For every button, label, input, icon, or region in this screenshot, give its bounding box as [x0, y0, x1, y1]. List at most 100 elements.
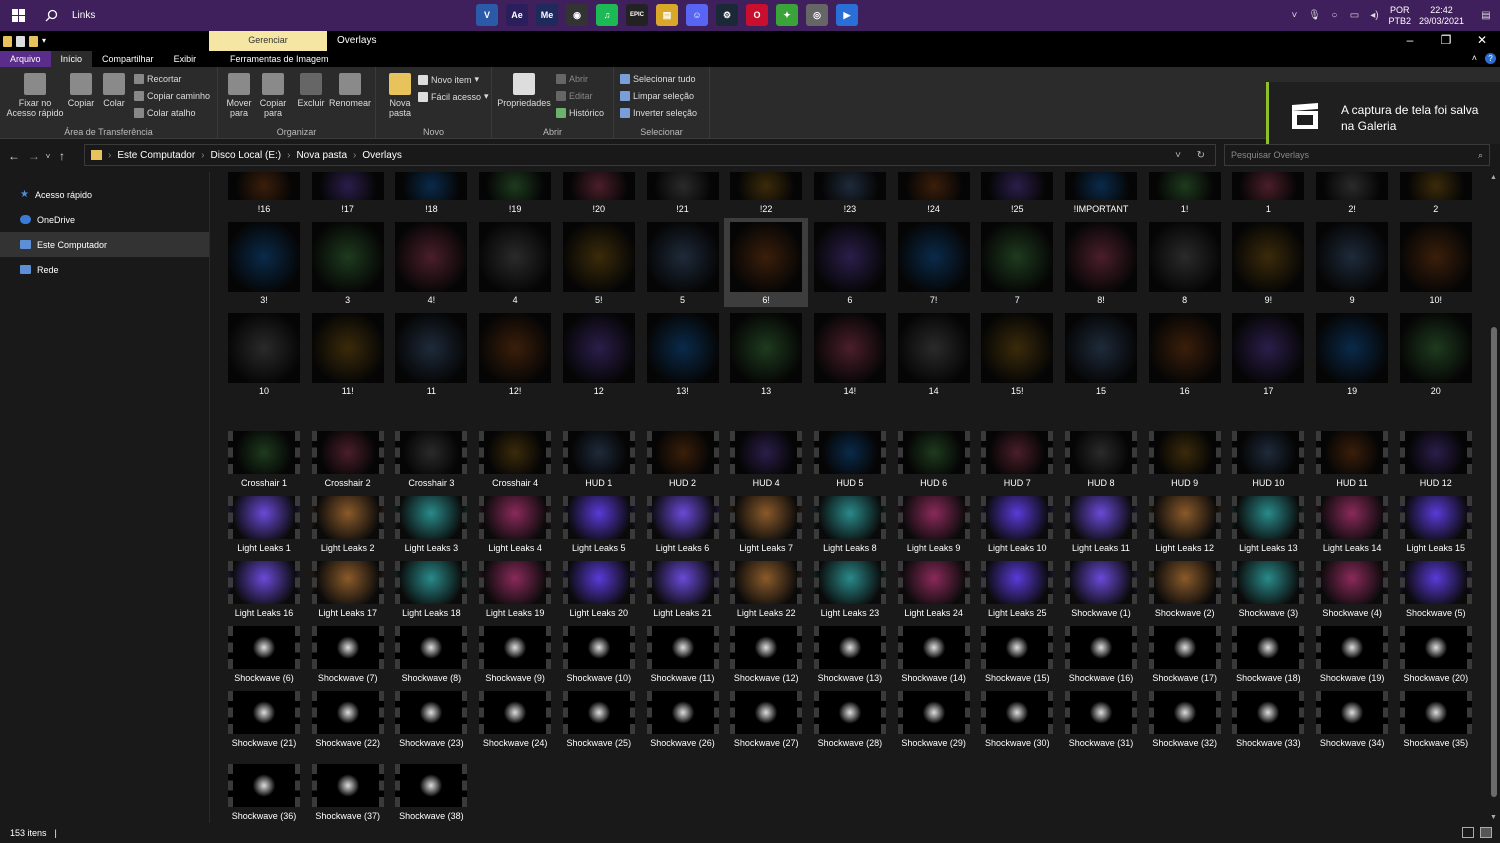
- file-tile[interactable]: !18: [389, 172, 473, 216]
- file-tile[interactable]: 16: [1143, 309, 1227, 398]
- open-button[interactable]: Abrir: [556, 74, 588, 84]
- file-tile[interactable]: Shockwave (17): [1143, 622, 1227, 685]
- file-tile[interactable]: 11!: [306, 309, 390, 398]
- circle-icon[interactable]: ○: [1328, 10, 1340, 22]
- details-view-icon[interactable]: [1462, 827, 1474, 838]
- tab-share[interactable]: Compartilhar: [92, 51, 164, 67]
- file-tile[interactable]: 19: [1310, 309, 1394, 398]
- scroll-thumb[interactable]: [1491, 327, 1497, 797]
- file-tile[interactable]: Light Leaks 10: [975, 492, 1059, 555]
- tab-file[interactable]: Arquivo: [0, 51, 51, 67]
- file-tile[interactable]: 8: [1143, 218, 1227, 307]
- file-tile[interactable]: 20: [1394, 309, 1478, 398]
- new-item-button[interactable]: Novo item ▾: [418, 74, 479, 85]
- file-tile[interactable]: 8!: [1059, 218, 1143, 307]
- file-tile[interactable]: Shockwave (34): [1310, 687, 1394, 750]
- file-tile[interactable]: Light Leaks 23: [808, 557, 892, 620]
- discord-icon[interactable]: ☺: [686, 4, 708, 26]
- file-tile[interactable]: 4: [473, 218, 557, 307]
- start-button[interactable]: [0, 0, 36, 31]
- after-effects-icon[interactable]: Ae: [506, 4, 528, 26]
- file-tile[interactable]: 6!: [724, 218, 809, 307]
- easy-access-button[interactable]: Fácil acesso ▾: [418, 91, 489, 102]
- file-tile[interactable]: Light Leaks 20: [557, 557, 641, 620]
- file-tile[interactable]: 10: [222, 309, 306, 398]
- file-tile[interactable]: 2!: [1310, 172, 1394, 216]
- file-tile[interactable]: Shockwave (31): [1059, 687, 1143, 750]
- file-tile[interactable]: Light Leaks 8: [808, 492, 892, 555]
- file-tile[interactable]: 15: [1059, 309, 1143, 398]
- file-tile[interactable]: Shockwave (23): [389, 687, 473, 750]
- file-tile[interactable]: Light Leaks 12: [1143, 492, 1227, 555]
- file-tile[interactable]: 7: [975, 218, 1059, 307]
- file-tile[interactable]: Light Leaks 15: [1394, 492, 1478, 555]
- copy-path-button[interactable]: Copiar caminho: [134, 91, 210, 101]
- file-tile[interactable]: 2: [1394, 172, 1478, 216]
- new-folder-button[interactable]: Nova pasta: [380, 73, 420, 118]
- file-tile[interactable]: Shockwave (14): [892, 622, 976, 685]
- file-tile[interactable]: Light Leaks 9: [892, 492, 976, 555]
- file-tile[interactable]: Shockwave (37): [306, 760, 390, 823]
- breadcrumb-drive[interactable]: Disco Local (E:): [205, 150, 288, 161]
- file-tile[interactable]: Light Leaks 22: [724, 557, 808, 620]
- file-tile[interactable]: Shockwave (18): [1226, 622, 1310, 685]
- close-icon[interactable]: ✕: [1464, 31, 1500, 51]
- file-tile[interactable]: Shockwave (33): [1226, 687, 1310, 750]
- breadcrumb-overlays[interactable]: Overlays: [356, 150, 407, 161]
- file-tile[interactable]: 1: [1226, 172, 1310, 216]
- file-tile[interactable]: !23: [808, 172, 892, 216]
- file-tile[interactable]: 3: [306, 218, 390, 307]
- file-tile[interactable]: Crosshair 2: [306, 427, 390, 490]
- scroll-up-icon[interactable]: ▲: [1490, 174, 1497, 181]
- epic-games-icon[interactable]: EPIC: [626, 4, 648, 26]
- video-app-icon[interactable]: ▶: [836, 4, 858, 26]
- forward-arrow-icon[interactable]: →: [24, 149, 44, 163]
- language-indicator[interactable]: POR PTB2: [1388, 5, 1411, 27]
- new-folder-quick-icon[interactable]: [29, 35, 38, 47]
- nav-item-this-pc[interactable]: Este Computador: [0, 232, 209, 257]
- help-icon[interactable]: ?: [1485, 53, 1496, 64]
- file-tile[interactable]: Light Leaks 11: [1059, 492, 1143, 555]
- file-tile[interactable]: 3!: [222, 218, 306, 307]
- file-tile[interactable]: Shockwave (1): [1059, 557, 1143, 620]
- file-tile[interactable]: Shockwave (25): [557, 687, 641, 750]
- clock[interactable]: 22:42 29/03/2021: [1419, 5, 1464, 27]
- file-tile[interactable]: Shockwave (13): [808, 622, 892, 685]
- nav-item-quick-access[interactable]: ★ Acesso rápido: [0, 182, 209, 207]
- file-tile[interactable]: 1!: [1143, 172, 1227, 216]
- chevron-down-icon[interactable]: ˅: [44, 152, 52, 161]
- file-tile[interactable]: 15!: [975, 309, 1059, 398]
- vertical-scrollbar[interactable]: ▲ ▼: [1488, 172, 1500, 823]
- file-tile[interactable]: Crosshair 4: [473, 427, 557, 490]
- bluestacks-icon[interactable]: ✦: [776, 4, 798, 26]
- file-tile[interactable]: 9: [1310, 218, 1394, 307]
- file-tile[interactable]: Shockwave (10): [557, 622, 641, 685]
- file-tile[interactable]: Shockwave (16): [1059, 622, 1143, 685]
- maximize-icon[interactable]: ❐: [1428, 31, 1464, 51]
- tab-home[interactable]: Início: [50, 51, 93, 67]
- file-tile[interactable]: Shockwave (6): [222, 622, 306, 685]
- refresh-icon[interactable]: ↻: [1197, 150, 1205, 161]
- file-tile[interactable]: 5: [641, 218, 725, 307]
- rename-button[interactable]: Renomear: [328, 73, 372, 108]
- file-explorer-icon[interactable]: ▤: [656, 4, 678, 26]
- file-tile[interactable]: Crosshair 1: [222, 427, 306, 490]
- file-tile[interactable]: Shockwave (11): [641, 622, 725, 685]
- file-tile[interactable]: 4!: [389, 218, 473, 307]
- file-tile[interactable]: Shockwave (27): [724, 687, 808, 750]
- paste-shortcut-button[interactable]: Colar atalho: [134, 108, 196, 118]
- file-tile[interactable]: Shockwave (7): [306, 622, 390, 685]
- file-tile[interactable]: Light Leaks 7: [724, 492, 808, 555]
- file-tile[interactable]: Light Leaks 4: [473, 492, 557, 555]
- file-tile[interactable]: HUD 7: [975, 427, 1059, 490]
- file-tile[interactable]: Light Leaks 21: [641, 557, 725, 620]
- file-tile[interactable]: Light Leaks 16: [222, 557, 306, 620]
- microphone-icon[interactable]: 🎙: [1308, 10, 1321, 22]
- cut-button[interactable]: Recortar: [134, 74, 182, 84]
- file-tile[interactable]: 13!: [641, 309, 725, 398]
- large-icons-view-icon[interactable]: [1480, 827, 1492, 838]
- nav-item-onedrive[interactable]: OneDrive: [0, 207, 209, 232]
- file-tile[interactable]: Shockwave (36): [222, 760, 306, 823]
- file-tile[interactable]: HUD 5: [808, 427, 892, 490]
- file-tile[interactable]: Light Leaks 17: [306, 557, 390, 620]
